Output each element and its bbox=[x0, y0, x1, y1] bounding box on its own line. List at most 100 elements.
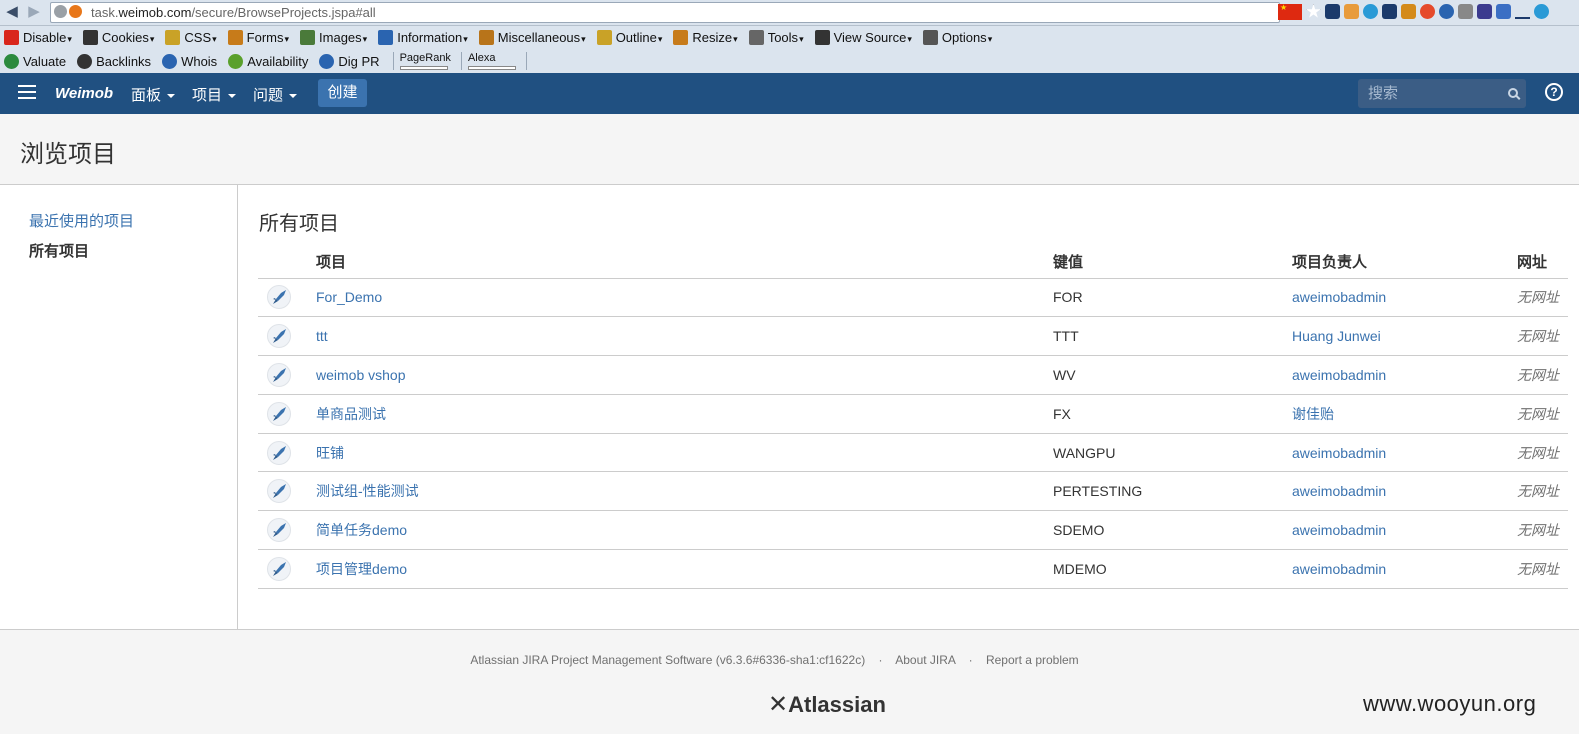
project-name-link[interactable]: 项目管理demo bbox=[316, 561, 407, 577]
project-avatar-icon[interactable] bbox=[267, 401, 291, 426]
extension-icon[interactable] bbox=[1382, 4, 1397, 19]
toolbar-separator bbox=[525, 52, 527, 70]
nav-issues[interactable]: 问题 bbox=[253, 84, 297, 105]
project-lead-link[interactable]: Huang Junwei bbox=[1292, 328, 1381, 344]
footer-links: Atlassian JIRA Project Management Softwa… bbox=[0, 653, 1579, 667]
nav-projects[interactable]: 项目 bbox=[192, 84, 236, 105]
project-lead-cell: aweimobadmin bbox=[1292, 355, 1517, 395]
project-name-link[interactable]: weimob vshop bbox=[316, 367, 406, 383]
pagerank-label: PageRank bbox=[399, 51, 451, 64]
toolbar-menu-miscellaneous[interactable]: Miscellaneous bbox=[475, 30, 586, 45]
project-avatar-icon[interactable] bbox=[267, 440, 291, 465]
column-header-lead[interactable]: 项目负责人 bbox=[1292, 245, 1517, 279]
project-name-link[interactable]: ttt bbox=[316, 328, 328, 344]
seo-tool-backlinks[interactable]: Backlinks bbox=[73, 53, 151, 69]
project-key-cell: FX bbox=[1053, 394, 1292, 434]
toolbar-menu-label: Tools bbox=[768, 30, 804, 45]
toolbar-menu-tools[interactable]: Tools bbox=[745, 30, 804, 45]
project-name-link[interactable]: 单商品测试 bbox=[316, 406, 386, 422]
extension-icon[interactable] bbox=[1439, 4, 1454, 19]
extension-icon[interactable] bbox=[1496, 4, 1511, 19]
toolbar-menu-options[interactable]: Options bbox=[919, 30, 992, 45]
about-jira-link[interactable]: About JIRA bbox=[895, 653, 955, 667]
alexa-meter[interactable]: Alexa bbox=[467, 52, 516, 70]
toolbar-menu-css[interactable]: CSS bbox=[161, 30, 216, 45]
project-lead-link[interactable]: aweimobadmin bbox=[1292, 522, 1386, 538]
help-icon[interactable]: ? bbox=[1545, 83, 1563, 101]
browser-address-bar: ◀ ▶ task.weimob.com/secure/BrowseProject… bbox=[0, 0, 1579, 26]
project-lead-link[interactable]: aweimobadmin bbox=[1292, 561, 1386, 577]
extension-icon[interactable] bbox=[1515, 4, 1530, 19]
toolbar-menu-disable[interactable]: Disable bbox=[0, 30, 72, 45]
footer: Atlassian JIRA Project Management Softwa… bbox=[0, 629, 1579, 734]
seo-tool-valuate[interactable]: Valuate bbox=[0, 53, 66, 69]
toolbar-menu-label: Cookies bbox=[102, 30, 155, 45]
seo-tool-dig-pr[interactable]: Dig PR bbox=[315, 53, 380, 69]
question-badge-icon[interactable] bbox=[69, 5, 82, 18]
site-info-icon[interactable] bbox=[54, 5, 67, 18]
extension-icon[interactable] bbox=[1344, 4, 1359, 19]
back-arrow-icon[interactable]: ◀ bbox=[4, 4, 20, 20]
project-avatar-icon[interactable] bbox=[267, 324, 291, 349]
sidebar-item-recent-projects[interactable]: 最近使用的项目 bbox=[29, 210, 134, 231]
project-name-cell: 项目管理demo bbox=[316, 549, 1053, 589]
extension-icon[interactable] bbox=[1363, 4, 1378, 19]
search-icon[interactable] bbox=[1508, 88, 1518, 98]
toolbar-menu-forms[interactable]: Forms bbox=[224, 30, 289, 45]
project-avatar-icon[interactable] bbox=[267, 362, 291, 387]
page-title: 浏览项目 bbox=[20, 141, 116, 168]
sidebar: 最近使用的项目 所有项目 bbox=[0, 185, 238, 629]
seo-tool-whois[interactable]: Whois bbox=[158, 53, 217, 69]
page-header: 浏览项目 bbox=[0, 114, 1579, 185]
project-name-link[interactable]: For_Demo bbox=[316, 289, 382, 305]
url-field[interactable]: task.weimob.com/secure/BrowseProjects.js… bbox=[50, 2, 1280, 23]
extension-icon[interactable] bbox=[1458, 4, 1473, 19]
toolbar-menu-information[interactable]: Information bbox=[374, 30, 468, 45]
toolbar-separator bbox=[460, 52, 462, 70]
project-lead-link[interactable]: aweimobadmin bbox=[1292, 289, 1386, 305]
project-lead-link[interactable]: aweimobadmin bbox=[1292, 483, 1386, 499]
search-input[interactable]: 搜索 bbox=[1358, 79, 1526, 108]
weimob-logo[interactable]: Weimob bbox=[55, 85, 113, 102]
report-problem-link[interactable]: Report a problem bbox=[986, 653, 1079, 667]
network-icon bbox=[319, 53, 335, 69]
extension-icon[interactable] bbox=[1477, 4, 1492, 19]
project-avatar-icon[interactable] bbox=[267, 556, 291, 581]
column-header-key[interactable]: 键值 bbox=[1053, 245, 1292, 279]
extension-icon[interactable] bbox=[1401, 4, 1416, 19]
project-name-link[interactable]: 旺铺 bbox=[316, 445, 344, 461]
extension-icon[interactable] bbox=[1325, 4, 1340, 19]
toolbar-menu-resize[interactable]: Resize bbox=[669, 30, 737, 45]
project-url-cell: 无网址 bbox=[1517, 549, 1568, 589]
atlassian-logo[interactable]: ✕Atlassian bbox=[768, 690, 886, 719]
project-name-link[interactable]: 简单任务demo bbox=[316, 522, 407, 538]
outline-icon bbox=[596, 30, 612, 45]
bookmark-star-icon[interactable] bbox=[1306, 4, 1321, 18]
toolbar-separator bbox=[392, 52, 394, 70]
menu-icon[interactable] bbox=[18, 85, 36, 101]
forward-arrow-icon[interactable]: ▶ bbox=[26, 4, 42, 20]
web-developer-toolbar: Disable Cookies CSS Forms Images Information M… bbox=[0, 26, 1579, 49]
toolbar-menu-view-source[interactable]: View Source bbox=[811, 30, 912, 45]
project-name-cell: 简单任务demo bbox=[316, 510, 1053, 551]
toolbar-menu-outline[interactable]: Outline bbox=[593, 30, 663, 45]
project-avatar-icon[interactable] bbox=[267, 518, 291, 543]
project-lead-link[interactable]: 谢佳贻 bbox=[1292, 406, 1334, 422]
column-header-project[interactable]: 项目 bbox=[316, 245, 1053, 279]
create-button[interactable]: 创建 bbox=[318, 79, 367, 107]
power-icon[interactable] bbox=[1534, 4, 1549, 19]
project-avatar-icon[interactable] bbox=[267, 479, 291, 504]
nav-dashboards[interactable]: 面板 bbox=[131, 84, 175, 105]
project-lead-link[interactable]: aweimobadmin bbox=[1292, 445, 1386, 461]
project-avatar-icon[interactable] bbox=[267, 285, 291, 310]
toolbar-menu-images[interactable]: Images bbox=[296, 30, 367, 45]
toolbar-menu-label: Miscellaneous bbox=[498, 30, 586, 45]
project-name-link[interactable]: 测试组-性能测试 bbox=[316, 483, 419, 499]
toolbar-menu-cookies[interactable]: Cookies bbox=[79, 30, 155, 45]
seo-tool-availability[interactable]: Availability bbox=[224, 53, 308, 69]
footer-separator: · bbox=[878, 653, 883, 667]
project-lead-link[interactable]: aweimobadmin bbox=[1292, 367, 1386, 383]
pagerank-meter[interactable]: PageRank bbox=[399, 51, 451, 70]
sidebar-item-all-projects[interactable]: 所有项目 bbox=[29, 240, 89, 261]
extension-icon[interactable] bbox=[1420, 4, 1435, 19]
